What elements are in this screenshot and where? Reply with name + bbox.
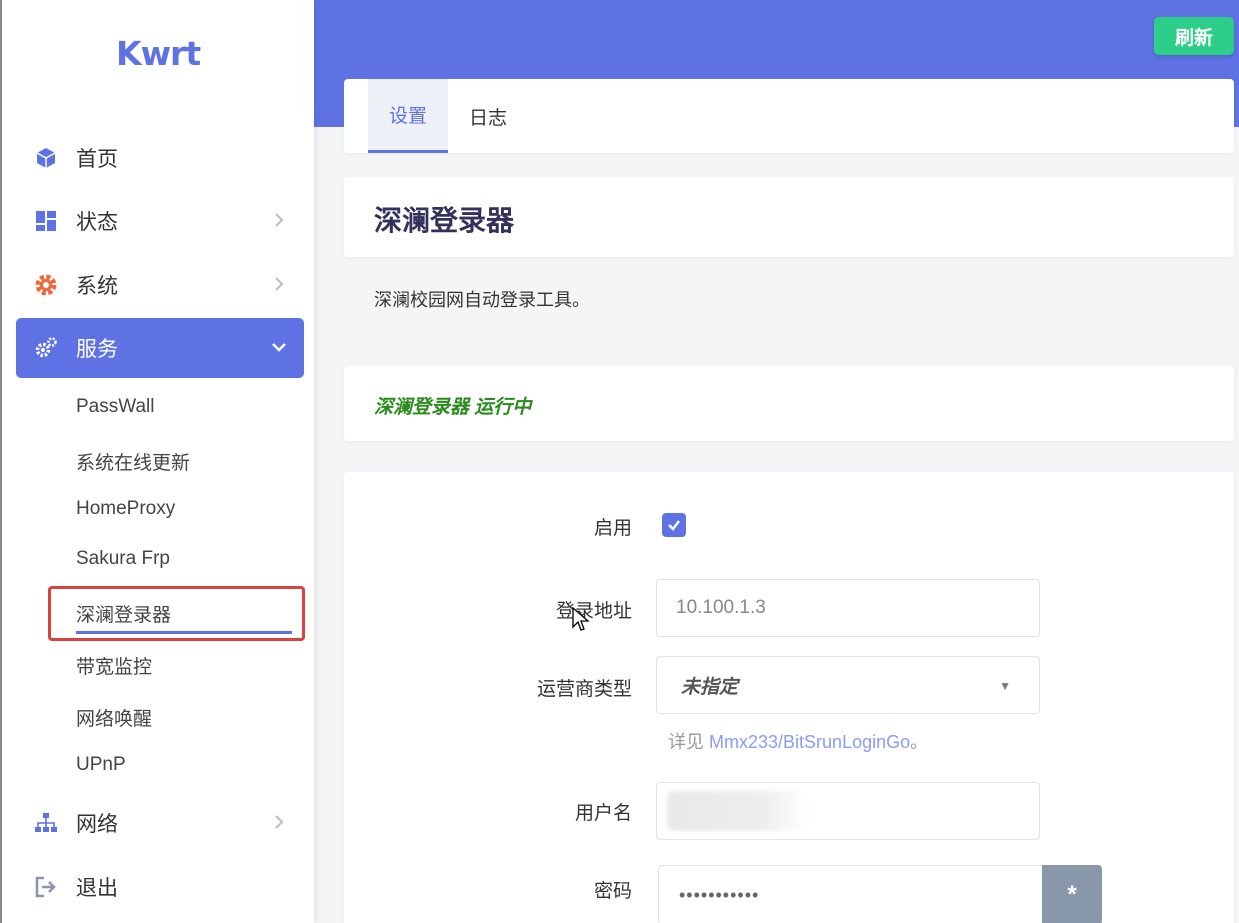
chevron-right-icon: [275, 815, 284, 829]
login-url-label: 登录地址: [555, 601, 632, 622]
sidebar-subitem-online-update[interactable]: 系统在线更新: [76, 448, 190, 475]
sidebar-item-network[interactable]: 网络: [16, 793, 304, 853]
isp-select[interactable]: 未指定 ▼: [656, 656, 1040, 714]
sidebar: Kwrt 首页 状态 系统 服务 PassWall 系统在线更新 HomePro…: [0, 0, 314, 923]
tab-log[interactable]: 日志: [448, 79, 528, 153]
hint-link[interactable]: Mmx233/BitSrunLoginGo: [709, 732, 910, 752]
isp-selected-value: 未指定: [681, 676, 739, 698]
status-card: 深澜登录器 运行中: [344, 366, 1234, 441]
sidebar-subitem-bandwidth[interactable]: 带宽监控: [76, 652, 152, 679]
cogs-icon: [34, 336, 58, 360]
sidebar-subitem-wol[interactable]: 网络唤醒: [76, 704, 152, 731]
dropdown-caret-icon: ▼: [999, 679, 1011, 693]
username-input[interactable]: [656, 782, 1040, 840]
sidebar-item-status[interactable]: 状态: [16, 191, 304, 251]
dashboard-icon: [34, 209, 58, 233]
active-underline: [76, 631, 292, 634]
sidebar-item-label: 首页: [76, 148, 118, 171]
sidebar-item-label: 服务: [76, 338, 118, 361]
password-value: •••••••••••: [679, 884, 760, 905]
chevron-right-icon: [275, 277, 284, 291]
sidebar-subitem-srun-login[interactable]: 深澜登录器: [76, 600, 171, 627]
sitemap-icon: [34, 811, 58, 835]
tab-bar: 设置 日志: [344, 79, 1234, 153]
page-description: 深澜校园网自动登录工具。: [374, 290, 590, 310]
sidebar-item-label: 退出: [76, 877, 118, 900]
sidebar-subitem-homeproxy[interactable]: HomeProxy: [76, 498, 175, 520]
blurred-username: [667, 791, 807, 831]
chevron-down-icon: [272, 343, 286, 352]
logout-icon: [34, 875, 58, 899]
status-text: 深澜登录器 运行中: [374, 397, 532, 418]
sidebar-item-services[interactable]: 服务: [16, 318, 304, 378]
hint-suffix: 。: [910, 732, 929, 752]
mouse-cursor-icon: [572, 607, 590, 631]
login-url-value: 10.100.1.3: [676, 597, 766, 618]
hint-prefix: 详见: [668, 732, 710, 752]
sidebar-subitem-sakura-frp[interactable]: Sakura Frp: [76, 548, 170, 570]
gear-icon: [34, 273, 58, 297]
sidebar-subitem-upnp[interactable]: UPnP: [76, 754, 126, 776]
password-input[interactable]: •••••••••••: [658, 865, 1044, 923]
enable-label: 启用: [593, 518, 632, 539]
chevron-right-icon: [275, 213, 284, 227]
sidebar-item-system[interactable]: 系统: [16, 255, 304, 315]
sidebar-item-label: 状态: [76, 211, 118, 234]
sidebar-subitem-passwall[interactable]: PassWall: [76, 396, 154, 418]
refresh-button[interactable]: 刷新: [1154, 17, 1234, 55]
enable-checkbox[interactable]: [662, 513, 686, 537]
cube-icon: [34, 146, 58, 170]
isp-hint: 详见 Mmx233/BitSrunLoginGo。: [668, 728, 928, 754]
tab-settings[interactable]: 设置: [368, 79, 448, 153]
sidebar-item-logout[interactable]: 退出: [16, 857, 304, 917]
title-card: 深澜登录器: [344, 177, 1234, 257]
password-label: 密码: [593, 881, 632, 902]
isp-label: 运营商类型: [536, 679, 632, 700]
checkmark-icon: [668, 520, 680, 531]
login-url-input[interactable]: 10.100.1.3: [656, 579, 1040, 637]
sidebar-item-label: 系统: [76, 275, 118, 298]
password-reveal-button[interactable]: *: [1042, 865, 1102, 923]
page-title: 深澜登录器: [374, 205, 515, 236]
username-label: 用户名: [574, 803, 632, 824]
sidebar-item-home[interactable]: 首页: [16, 128, 304, 188]
sidebar-item-label: 网络: [76, 813, 118, 836]
app-logo: Kwrt: [116, 34, 201, 73]
